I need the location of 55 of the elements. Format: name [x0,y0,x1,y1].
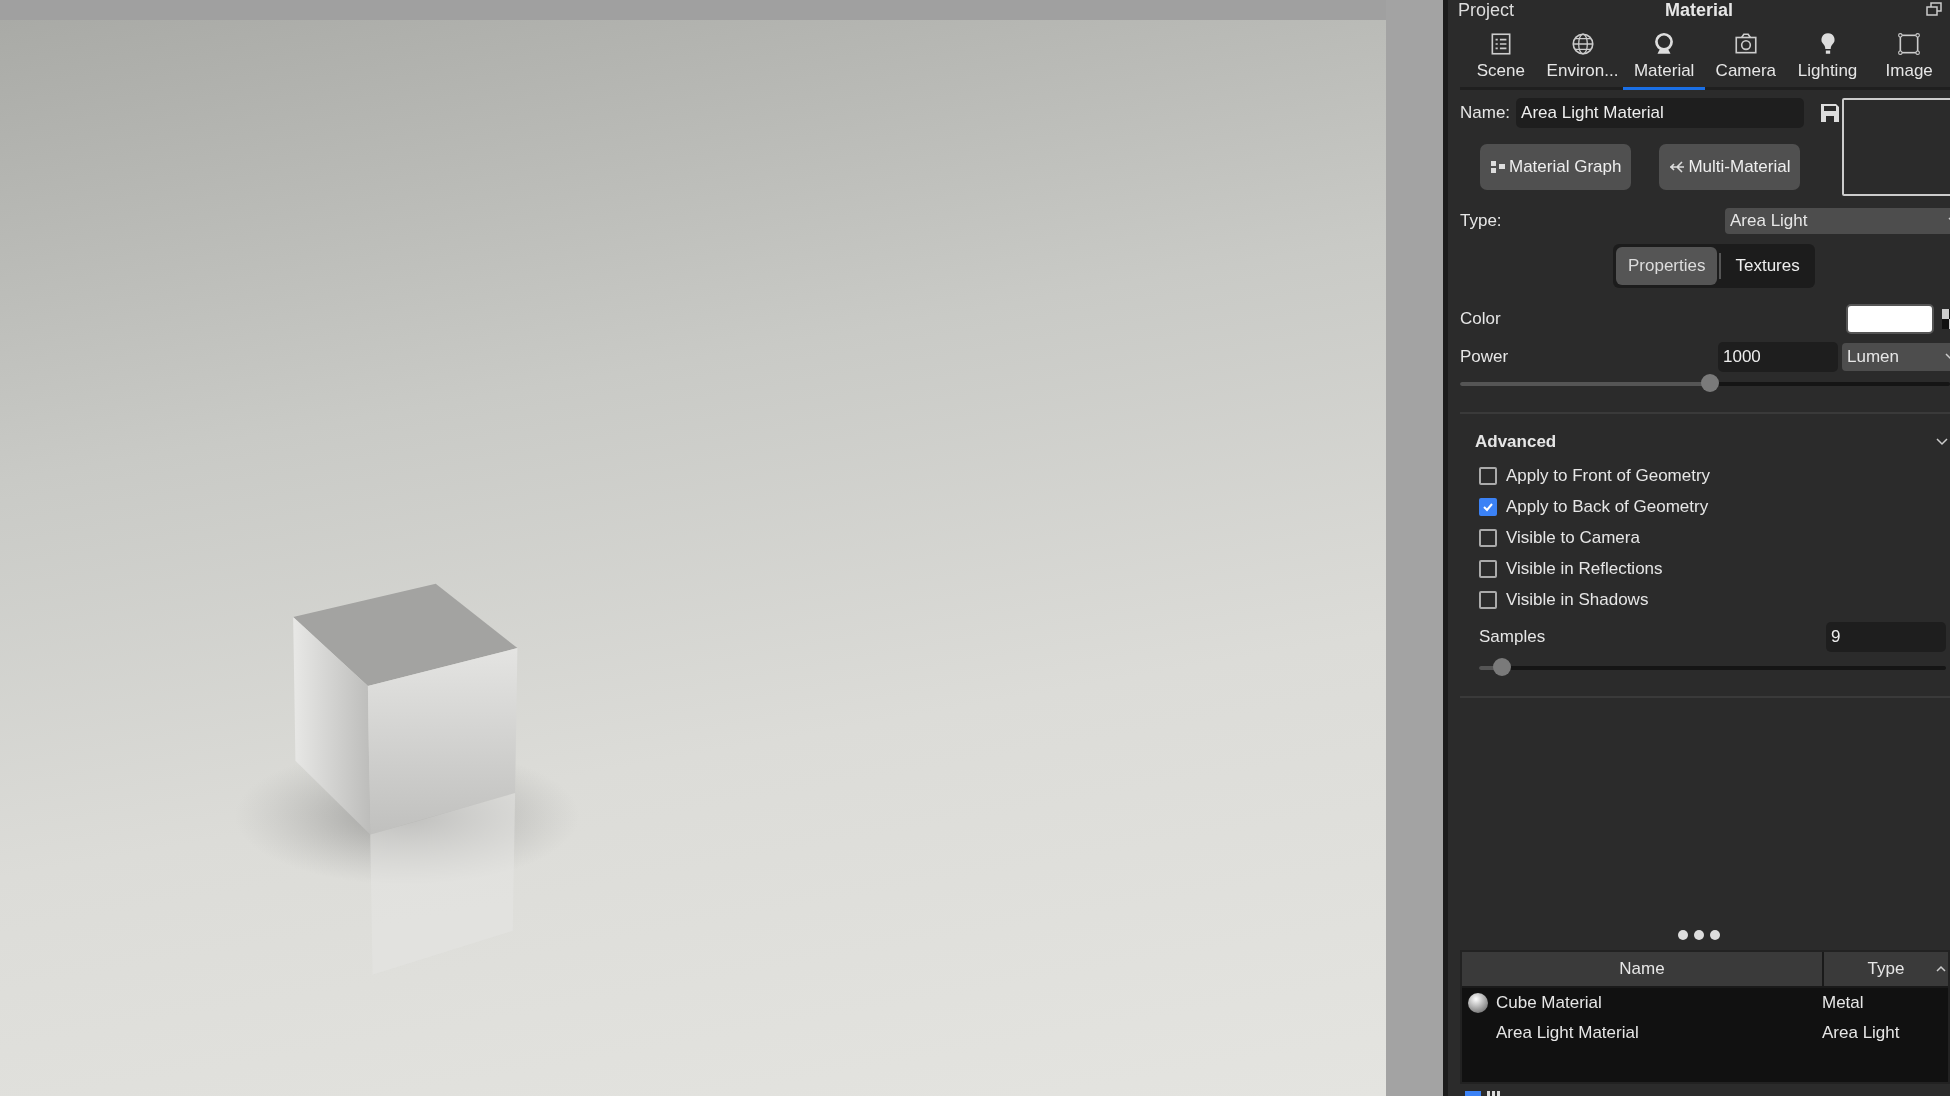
name-label: Name: [1460,103,1511,123]
sort-caret-icon[interactable] [1936,965,1946,972]
table-cell: Metal [1822,993,1864,1012]
checkbox[interactable] [1479,467,1497,485]
subtab[interactable]: Textures [1723,247,1812,285]
power-label: Power [1460,347,1509,367]
column-header[interactable]: Name [1462,952,1824,986]
table-row[interactable]: Area Light Material Area Light [1462,1018,1948,1048]
checkbox[interactable] [1479,529,1497,547]
sphere-icon [1468,993,1488,1013]
slider-thumb[interactable] [1700,374,1719,392]
tab[interactable]: Environ... [1541,28,1624,90]
more-icon[interactable] [1678,930,1720,940]
table-cell: Area Light [1822,1023,1900,1042]
slider-thumb[interactable] [1493,658,1512,676]
samples-label: Samples [1479,627,1546,647]
material-button[interactable]: Material Graph [1480,144,1632,190]
checkbox-option[interactable]: Apply to Back of Geometry [1479,497,1950,517]
checkbox[interactable] [1479,591,1497,609]
tab[interactable]: Scene [1460,28,1542,90]
type-dropdown[interactable]: Area Light [1725,208,1950,234]
checkbox-option[interactable]: Visible to Camera [1479,528,1950,548]
panel-title: Material [1665,0,1733,20]
subtab[interactable]: Properties [1616,247,1718,285]
branch-icon [1669,159,1686,175]
color-swatch[interactable] [1846,304,1934,334]
table-cell: Cube Material [1496,993,1602,1013]
tab[interactable]: Lighting [1786,28,1869,90]
material-button[interactable]: Multi-Material [1659,144,1801,190]
checkbox-option[interactable]: Visible in Reflections [1479,559,1950,579]
type-label: Type: [1460,211,1502,231]
table-row[interactable]: Cube Material Metal [1462,988,1948,1018]
node-graph-icon [1490,159,1506,175]
samples-slider[interactable] [1479,658,1946,678]
grid-view-icon[interactable] [1487,1091,1501,1096]
power-slider[interactable] [1460,374,1950,394]
tab[interactable]: Material [1623,28,1705,90]
samples-input[interactable]: 9 [1826,622,1946,652]
globe-icon [1569,31,1596,57]
power-input[interactable]: 1000 [1718,342,1838,372]
name-input[interactable]: Area Light Material [1516,98,1805,128]
unit-dropdown[interactable]: Lumen [1842,343,1950,371]
color-label: Color [1460,309,1501,329]
table-cell: Area Light Material [1496,1023,1639,1043]
section-title[interactable]: Advanced [1475,432,1557,452]
popout-icon[interactable] [1926,2,1942,16]
panel-section-label[interactable]: Project [1458,0,1515,21]
checkbox-option[interactable]: Visible in Shadows [1479,590,1950,610]
checkbox-option[interactable]: Apply to Front of Geometry [1479,466,1950,486]
tab[interactable]: Image [1868,28,1950,90]
checkbox[interactable] [1479,498,1497,516]
frame-icon [1896,31,1923,57]
tab[interactable]: Camera [1705,28,1787,90]
column-header[interactable]: Type [1824,952,1948,986]
checkbox[interactable] [1479,560,1497,578]
